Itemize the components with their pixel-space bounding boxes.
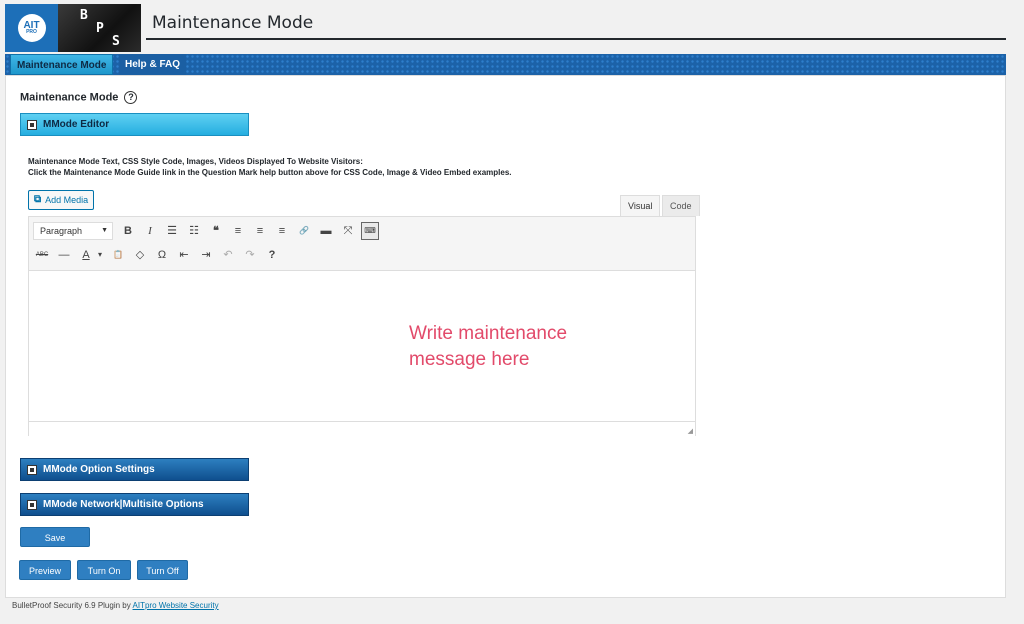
- section-heading: Maintenance Mode ?: [20, 91, 138, 104]
- editor-description: Maintenance Mode Text, CSS Style Code, I…: [28, 156, 512, 178]
- tab-code[interactable]: Code: [662, 195, 700, 216]
- turn-on-button[interactable]: Turn On: [77, 560, 131, 580]
- align-left-icon[interactable]: ≡: [229, 222, 247, 240]
- aitpro-logo: AIT PRO: [5, 4, 58, 52]
- align-right-icon[interactable]: ≡: [273, 222, 291, 240]
- indent-icon[interactable]: ⇥: [197, 246, 215, 264]
- undo-icon[interactable]: ↶: [219, 246, 237, 264]
- preview-button[interactable]: Preview: [19, 560, 71, 580]
- toolbar-row-2: ABC — A ▾ 📋 ◇ Ω ⇤ ⇥ ↶ ↷ ?: [33, 245, 285, 265]
- accordion-mmode-network-options[interactable]: MMode Network|Multisite Options: [20, 493, 249, 516]
- editor-statusbar: ◢: [29, 421, 695, 436]
- media-icon: ⧉: [34, 194, 42, 205]
- read-more-icon[interactable]: ▬: [317, 222, 335, 240]
- plugin-logo: AIT PRO B P S: [5, 4, 141, 52]
- editor-content-text: Write maintenance message here: [409, 321, 567, 373]
- tabs-bar: Maintenance Mode Help & FAQ: [5, 54, 1006, 75]
- tab-help-faq[interactable]: Help & FAQ: [119, 54, 187, 75]
- accordion-toggle-icon: [27, 465, 37, 475]
- footer: BulletProof Security 6.9 Plugin by AITpr…: [12, 601, 219, 610]
- italic-icon[interactable]: I: [141, 222, 159, 240]
- footer-link[interactable]: AITpro Website Security: [133, 601, 219, 610]
- text-color-dropdown-icon[interactable]: ▾: [95, 246, 105, 264]
- chevron-down-icon: ▼: [101, 227, 108, 234]
- fullscreen-icon[interactable]: ⤧: [339, 222, 357, 240]
- toolbar-row-1: Paragraph ▼ B I ☰ ☷ ❝ ≡ ≡ ≡ 🔗 ▬ ⤧ ⌨: [33, 221, 383, 241]
- turn-off-button[interactable]: Turn Off: [137, 560, 188, 580]
- keyboard-shortcuts-icon[interactable]: ?: [263, 246, 281, 264]
- accordion-mmode-editor[interactable]: MMode Editor: [20, 113, 249, 136]
- text-color-icon[interactable]: A: [77, 246, 95, 264]
- save-options-button[interactable]: Save Options: [20, 527, 90, 563]
- main-panel: Maintenance Mode ? MMode Editor Maintena…: [5, 75, 1006, 598]
- accordion-mmode-editor-label: MMode Editor: [43, 119, 110, 130]
- accordion-mmode-network-options-label: MMode Network|Multisite Options: [43, 499, 204, 510]
- paste-text-icon[interactable]: 📋: [109, 246, 127, 264]
- page-title: Maintenance Mode: [152, 13, 314, 33]
- accordion-toggle-icon: [27, 120, 37, 130]
- resize-handle-icon[interactable]: ◢: [688, 427, 693, 435]
- tab-visual[interactable]: Visual: [620, 195, 661, 216]
- toolbar-toggle-icon[interactable]: ⌨: [361, 222, 379, 240]
- bps-logo-s: S: [112, 34, 120, 49]
- redo-icon[interactable]: ↷: [241, 246, 259, 264]
- add-media-label: Add Media: [45, 195, 89, 205]
- link-icon[interactable]: 🔗: [295, 222, 313, 240]
- format-select[interactable]: Paragraph ▼: [33, 222, 113, 240]
- align-center-icon[interactable]: ≡: [251, 222, 269, 240]
- special-character-icon[interactable]: Ω: [153, 246, 171, 264]
- section-heading-text: Maintenance Mode: [20, 91, 119, 104]
- editor-description-line2: Click the Maintenance Mode Guide link in…: [28, 168, 512, 177]
- editor-content-line2: message here: [409, 349, 530, 370]
- help-question-icon[interactable]: ?: [124, 91, 138, 104]
- wysiwyg-editor: Paragraph ▼ B I ☰ ☷ ❝ ≡ ≡ ≡ 🔗 ▬ ⤧ ⌨ ABC …: [28, 216, 696, 436]
- editor-description-line1: Maintenance Mode Text, CSS Style Code, I…: [28, 157, 363, 166]
- title-divider: [146, 38, 1006, 40]
- numbered-list-icon[interactable]: ☷: [185, 222, 203, 240]
- aitpro-logo-subtext: PRO: [26, 29, 37, 35]
- bps-logo-b: B: [80, 8, 88, 23]
- footer-text: BulletProof Security 6.9 Plugin by: [12, 601, 133, 610]
- horizontal-line-icon[interactable]: —: [55, 246, 73, 264]
- clear-formatting-icon[interactable]: ◇: [131, 246, 149, 264]
- bps-logo: B P S: [58, 4, 141, 52]
- editor-content-line1: Write maintenance: [409, 323, 568, 344]
- bps-logo-p: P: [96, 21, 104, 36]
- accordion-toggle-icon: [27, 500, 37, 510]
- editor-content-area[interactable]: Write maintenance message here: [29, 271, 695, 421]
- editor-toolbar: Paragraph ▼ B I ☰ ☷ ❝ ≡ ≡ ≡ 🔗 ▬ ⤧ ⌨ ABC …: [29, 217, 695, 271]
- accordion-mmode-option-settings[interactable]: MMode Option Settings: [20, 458, 249, 481]
- blockquote-icon[interactable]: ❝: [207, 222, 225, 240]
- bullet-list-icon[interactable]: ☰: [163, 222, 181, 240]
- format-select-value: Paragraph: [40, 226, 83, 236]
- tab-maintenance-mode[interactable]: Maintenance Mode: [10, 54, 114, 75]
- add-media-button[interactable]: ⧉ Add Media: [28, 190, 95, 210]
- bold-icon[interactable]: B: [119, 222, 137, 240]
- outdent-icon[interactable]: ⇤: [175, 246, 193, 264]
- strikethrough-icon[interactable]: ABC: [33, 246, 51, 264]
- accordion-mmode-option-settings-label: MMode Option Settings: [43, 464, 155, 475]
